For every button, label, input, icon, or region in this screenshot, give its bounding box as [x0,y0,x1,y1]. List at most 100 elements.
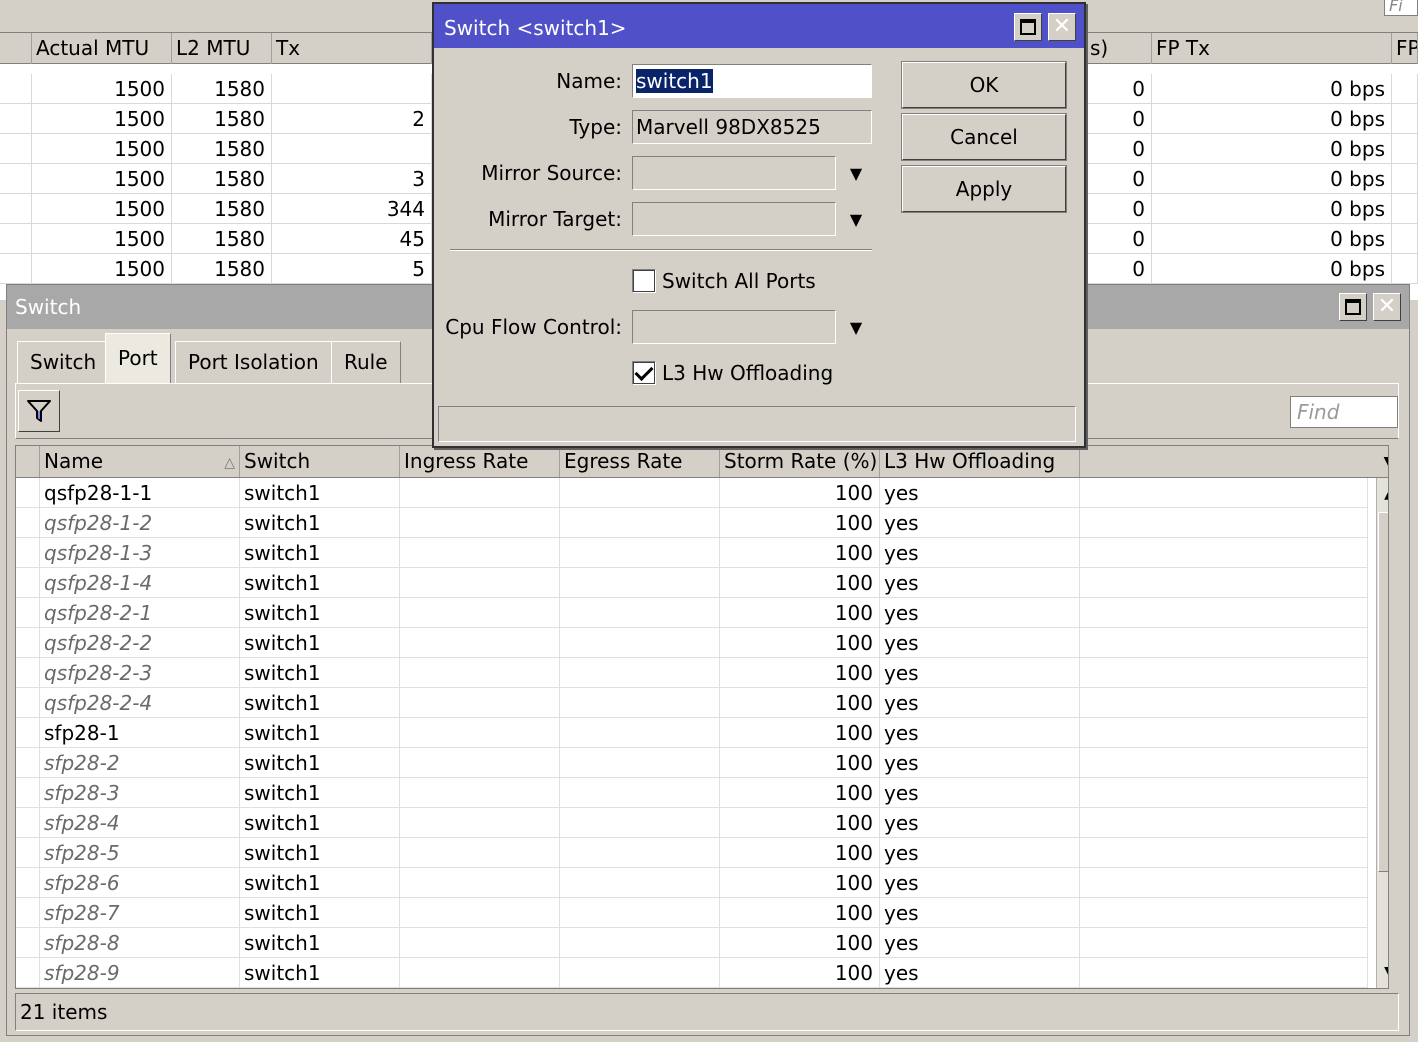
name-input[interactable]: switch1 [632,64,872,98]
dialog-close-button[interactable]: ✕ [1048,13,1076,41]
cell-l2-mtu: 1580 [172,254,272,284]
table-cell-spacer [1080,748,1368,778]
cell-ingress-rate [400,958,560,988]
table-row[interactable]: qsfp28-1-4 switch1 100 yes [16,568,1368,598]
cell-switch: switch1 [240,898,400,928]
cell-switch: switch1 [240,868,400,898]
cell-actual-mtu: 1500 [32,74,172,104]
header-row-marker [16,446,40,477]
background-find-input[interactable]: Fi [1384,0,1418,16]
cancel-button[interactable]: Cancel [901,113,1067,161]
tab-port-isolation[interactable]: Port Isolation [175,341,332,383]
cell-fp-rx: 0 [1086,254,1152,284]
cell-egress-rate [560,538,720,568]
table-row[interactable]: qsfp28-1-1 switch1 100 yes [16,478,1368,508]
filter-button[interactable] [18,390,60,432]
header-egress-rate[interactable]: Egress Rate [560,446,720,477]
cell-l2-mtu: 1580 [172,74,272,104]
table-row[interactable]: sfp28-5 switch1 100 yes [16,838,1368,868]
table-row[interactable]: qsfp28-2-2 switch1 100 yes [16,628,1368,658]
dialog-maximize-button[interactable] [1014,13,1042,41]
scrollbar-thumb[interactable] [1378,512,1388,872]
table-row[interactable]: sfp28-9 switch1 100 yes [16,958,1368,988]
cell-l3-hw-offloading: yes [880,628,1080,658]
l3-hw-offloading-label[interactable]: L3 Hw Offloading [662,358,833,388]
tab-switch[interactable]: Switch [17,341,110,383]
background-header-l2-mtu[interactable]: L2 MTU [172,33,272,64]
background-header-tx[interactable]: Tx [272,33,432,64]
scroll-up-button[interactable]: ▲ [1377,480,1388,508]
mirror-target-dropdown[interactable]: ▼ [844,207,868,231]
maximize-icon [1020,19,1036,35]
close-button[interactable]: ✕ [1373,293,1401,321]
background-header-fp-rx[interactable]: s) [1086,33,1152,64]
table-row[interactable]: qsfp28-2-3 switch1 100 yes [16,658,1368,688]
switch-all-ports-checkbox[interactable] [632,269,656,293]
cell-egress-rate [560,748,720,778]
table-row[interactable]: sfp28-3 switch1 100 yes [16,778,1368,808]
table-row[interactable]: qsfp28-2-4 switch1 100 yes [16,688,1368,718]
mirror-source-select[interactable] [632,156,836,190]
table-cell-spacer [1080,508,1368,538]
table-cell-spacer [16,778,40,808]
cell-name: sfp28-7 [40,898,240,928]
background-header-actual-mtu[interactable]: Actual MTU [32,33,172,64]
cell-ingress-rate [400,598,560,628]
cell-storm-rate: 100 [720,928,880,958]
item-count: 21 items [20,1000,108,1024]
cell-name: qsfp28-1-2 [40,508,240,538]
background-cell-spacer [1392,254,1418,284]
tab-port[interactable]: Port [105,333,171,383]
maximize-button[interactable] [1339,293,1367,321]
table-row[interactable]: qsfp28-1-2 switch1 100 yes [16,508,1368,538]
background-cell-spacer [0,104,32,134]
table-cell-spacer [1080,688,1368,718]
table-row[interactable]: sfp28-7 switch1 100 yes [16,898,1368,928]
cell-storm-rate: 100 [720,538,880,568]
cpu-flow-control-select[interactable] [632,310,836,344]
cell-actual-mtu: 1500 [32,194,172,224]
cpu-flow-control-dropdown[interactable]: ▼ [844,315,868,339]
type-value: Marvell 98DX8525 [636,115,821,139]
cell-fp-rx: 0 [1086,74,1152,104]
find-input[interactable] [1290,396,1398,428]
table-cell-spacer [1080,898,1368,928]
background-header-fp-tx[interactable]: FP Tx [1152,33,1392,64]
ok-button[interactable]: OK [901,61,1067,109]
table-row[interactable]: sfp28-8 switch1 100 yes [16,928,1368,958]
tab-rule[interactable]: Rule [331,341,401,383]
header-storm-rate[interactable]: Storm Rate (%) [720,446,880,477]
scroll-down-button[interactable]: ▼ [1377,958,1388,986]
table-row[interactable]: sfp28-4 switch1 100 yes [16,808,1368,838]
l3-hw-offloading-checkbox[interactable] [632,361,656,385]
table-row[interactable]: qsfp28-1-3 switch1 100 yes [16,538,1368,568]
header-name[interactable]: Name △ [40,446,240,477]
table-row[interactable]: sfp28-1 switch1 100 yes [16,718,1368,748]
table-cell-spacer [16,718,40,748]
mirror-source-dropdown[interactable]: ▼ [844,161,868,185]
background-cell-spacer [0,194,32,224]
background-header-fp-more[interactable]: FP [1392,33,1418,64]
switch-all-ports-label[interactable]: Switch All Ports [662,266,816,296]
cell-name: qsfp28-1-1 [40,478,240,508]
column-menu-button[interactable]: ▼ [1376,446,1388,477]
mirror-target-select[interactable] [632,202,836,236]
mirror-target-label: Mirror Target: [488,207,622,231]
table-cell-spacer [1080,838,1368,868]
table-cell-spacer [1080,568,1368,598]
table-row[interactable]: sfp28-2 switch1 100 yes [16,748,1368,778]
background-cell-spacer [1392,104,1418,134]
header-l3-hw-offloading[interactable]: L3 Hw Offloading [880,446,1080,477]
table-row[interactable]: qsfp28-2-1 switch1 100 yes [16,598,1368,628]
vertical-scrollbar[interactable]: ▲ ▼ [1376,478,1388,988]
apply-button[interactable]: Apply [901,165,1067,213]
cell-name: sfp28-4 [40,808,240,838]
header-ingress-rate[interactable]: Ingress Rate [400,446,560,477]
background-cell-spacer [1392,74,1418,104]
dialog-titlebar[interactable]: Switch <switch1> ✕ [434,4,1084,48]
header-switch[interactable]: Switch [240,446,400,477]
table-row[interactable]: sfp28-6 switch1 100 yes [16,868,1368,898]
cell-egress-rate [560,718,720,748]
cell-fp-tx: 0 bps [1152,254,1392,284]
table-cell-spacer [16,568,40,598]
